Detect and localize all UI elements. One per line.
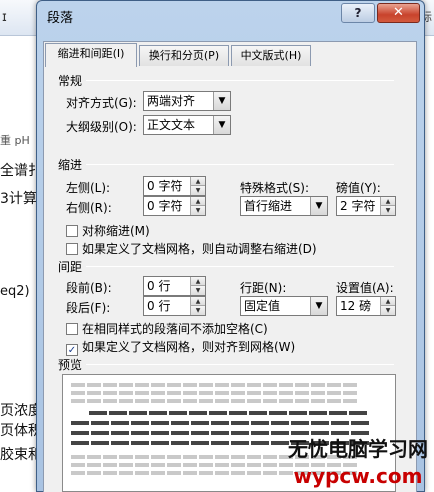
dialog-title: 段落 <box>47 11 74 26</box>
preview-line-sample <box>89 411 369 415</box>
tab-line-page-breaks[interactable]: 换行和分页(P) <box>139 45 229 66</box>
spin-up-icon[interactable]: ▲ <box>190 297 205 306</box>
spin-up-icon[interactable]: ▲ <box>380 197 395 206</box>
spin-up-icon[interactable]: ▲ <box>190 277 205 286</box>
spin-up-icon[interactable]: ▲ <box>380 297 395 306</box>
chevron-down-icon: ▼ <box>213 116 230 134</box>
tab-asian-typography[interactable]: 中文版式(H) <box>231 45 311 66</box>
watermark-url: wypcw.com <box>293 464 423 488</box>
checkbox-box[interactable] <box>66 225 78 237</box>
preview-line-gray <box>71 383 359 387</box>
chevron-down-icon: ▼ <box>213 92 230 110</box>
spin-down-icon[interactable]: ▼ <box>380 306 395 315</box>
help-button[interactable]: ? <box>341 3 375 23</box>
outline-level-value: 正文文本 <box>147 118 196 132</box>
auto-adjust-right-indent-checkbox[interactable]: 如果定义了文档网格，则自动调整右缩进(D) <box>66 240 317 257</box>
indent-by-label: 磅值(Y): <box>336 181 381 195</box>
indent-left-label: 左侧(L): <box>66 181 111 195</box>
indent-left-spinner[interactable]: 0 字符 ▲ ▼ <box>143 176 206 196</box>
indent-right-label: 右侧(R): <box>66 201 112 215</box>
ribbon-left-text: ɪ <box>2 10 7 25</box>
doc-text-line: eq2) <box>0 284 30 299</box>
spacing-at-spinner[interactable]: 12 磅 ▲ ▼ <box>336 296 396 316</box>
spacing-section-label: 间距 <box>58 260 83 274</box>
watermark-title: 无忧电脑学习网 <box>288 437 428 461</box>
spacing-at-label: 设置值(A): <box>336 281 394 295</box>
general-divider <box>86 80 394 81</box>
doc-text-line: 3计算 <box>0 191 37 207</box>
doc-text-line: 重 pH <box>0 134 30 147</box>
checkbox-box[interactable] <box>66 243 78 255</box>
alignment-value: 两端对齐 <box>147 94 196 108</box>
mirror-indents-checkbox[interactable]: 对称缩进(M) <box>66 222 150 239</box>
spin-down-icon[interactable]: ▼ <box>190 186 205 195</box>
spacing-at-value: 12 磅 <box>340 299 372 313</box>
indentation-divider <box>86 164 394 165</box>
special-indent-label: 特殊格式(S): <box>240 181 310 195</box>
spacing-divider <box>86 266 394 267</box>
special-indent-select[interactable]: 首行缩进 ▼ <box>240 196 328 216</box>
alignment-select[interactable]: 两端对齐 ▼ <box>143 91 231 111</box>
spacing-before-label: 段前(B): <box>66 281 112 295</box>
tab-indents-spacing[interactable]: 缩进和间距(I) <box>45 43 137 67</box>
spacing-before-spinner[interactable]: 0 行 ▲ ▼ <box>143 276 206 296</box>
preview-divider <box>86 364 394 365</box>
preview-section-label: 预览 <box>58 358 83 372</box>
preview-line-sample <box>71 421 371 425</box>
indentation-section-label: 缩进 <box>58 158 83 172</box>
spin-down-icon[interactable]: ▼ <box>190 306 205 315</box>
line-spacing-value: 固定值 <box>244 299 281 313</box>
outline-level-select[interactable]: 正文文本 ▼ <box>143 115 231 135</box>
close-button[interactable]: ✕ <box>377 3 420 23</box>
special-indent-value: 首行缩进 <box>244 199 293 213</box>
indent-by-spinner[interactable]: 2 字符 ▲ ▼ <box>336 196 396 216</box>
preview-line-gray <box>71 391 359 395</box>
indent-right-value: 0 字符 <box>147 199 183 213</box>
spin-down-icon[interactable]: ▼ <box>190 206 205 215</box>
preview-line-gray <box>71 399 359 403</box>
indent-right-spinner[interactable]: 0 字符 ▲ ▼ <box>143 196 206 216</box>
indent-left-value: 0 字符 <box>147 179 183 193</box>
spin-down-icon[interactable]: ▼ <box>190 286 205 295</box>
line-spacing-select[interactable]: 固定值 ▼ <box>240 296 328 316</box>
spacing-after-spinner[interactable]: 0 行 ▲ ▼ <box>143 296 206 316</box>
spacing-before-value: 0 行 <box>147 279 171 293</box>
spin-down-icon[interactable]: ▼ <box>380 206 395 215</box>
snap-to-grid-checkbox[interactable]: ✓ 如果定义了文档网格，则对齐到网格(W) <box>66 338 295 356</box>
chevron-down-icon: ▼ <box>310 297 327 315</box>
snap-to-grid-label: 如果定义了文档网格，则对齐到网格(W) <box>82 340 296 354</box>
mirror-indents-label: 对称缩进(M) <box>82 224 150 238</box>
site-watermark: 无忧电脑学习网 wypcw.com <box>288 433 428 488</box>
checkmark-icon[interactable]: ✓ <box>66 344 78 356</box>
no-space-same-style-checkbox[interactable]: 在相同样式的段落间不添加空格(C) <box>66 320 268 337</box>
auto-adjust-right-indent-label: 如果定义了文档网格，则自动调整右缩进(D) <box>82 242 317 256</box>
line-spacing-label: 行距(N): <box>240 281 287 295</box>
spacing-after-label: 段后(F): <box>66 301 111 315</box>
indent-by-value: 2 字符 <box>340 199 376 213</box>
dialog-titlebar[interactable]: 段落 ? ✕ <box>37 1 424 27</box>
spacing-after-value: 0 行 <box>147 299 171 313</box>
chevron-down-icon: ▼ <box>310 197 327 215</box>
no-space-same-style-label: 在相同样式的段落间不添加空格(C) <box>82 322 268 336</box>
spin-up-icon[interactable]: ▲ <box>190 177 205 186</box>
alignment-label: 对齐方式(G): <box>66 96 137 110</box>
spin-up-icon[interactable]: ▲ <box>190 197 205 206</box>
checkbox-box[interactable] <box>66 323 78 335</box>
outline-level-label: 大纲级别(O): <box>66 120 137 134</box>
general-section-label: 常规 <box>58 74 83 88</box>
